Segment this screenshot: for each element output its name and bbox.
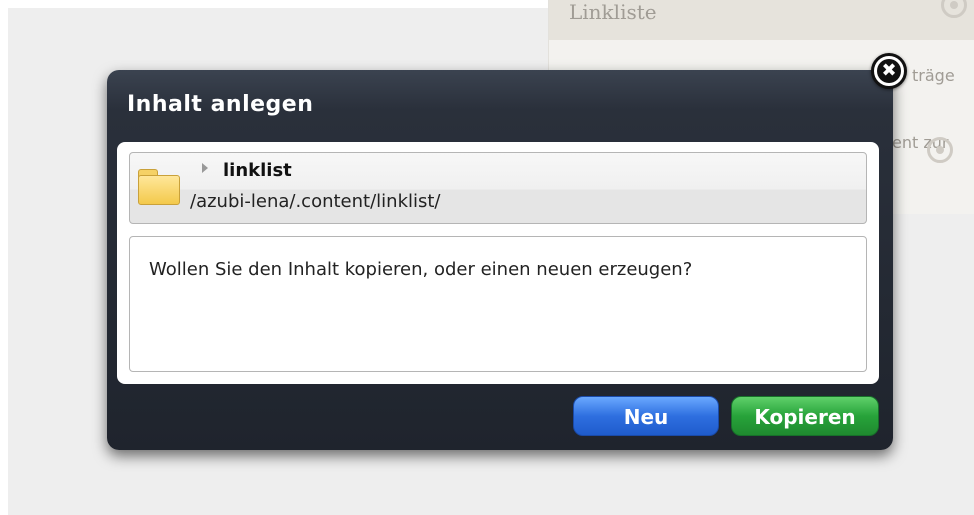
- create-content-dialog: Inhalt anlegen linklist /azubi-lena/.con…: [107, 70, 893, 450]
- close-button[interactable]: ✖: [871, 53, 907, 89]
- close-icon: ✖: [877, 59, 901, 83]
- expand-arrow-icon[interactable]: [202, 163, 208, 173]
- dialog-body: linklist /azubi-lena/.content/linklist/ …: [117, 142, 879, 384]
- resource-path: /azubi-lena/.content/linklist/: [190, 191, 441, 212]
- resource-info-box: linklist /azubi-lena/.content/linklist/: [129, 152, 867, 224]
- new-button[interactable]: Neu: [573, 396, 719, 436]
- dialog-message: Wollen Sie den Inhalt kopieren, oder ein…: [149, 259, 693, 280]
- background-text-1: träge: [912, 66, 955, 85]
- background-panel-title: Linkliste: [569, 0, 657, 24]
- folder-icon: [138, 169, 180, 205]
- edit-circle-icon: [941, 0, 967, 18]
- dialog-title: Inhalt anlegen: [127, 92, 314, 117]
- message-box: Wollen Sie den Inhalt kopieren, oder ein…: [129, 236, 867, 372]
- resource-name: linklist: [223, 160, 292, 181]
- background-panel-header: Linkliste: [549, 0, 974, 40]
- copy-button[interactable]: Kopieren: [731, 396, 879, 436]
- edit-circle-icon: [927, 137, 953, 163]
